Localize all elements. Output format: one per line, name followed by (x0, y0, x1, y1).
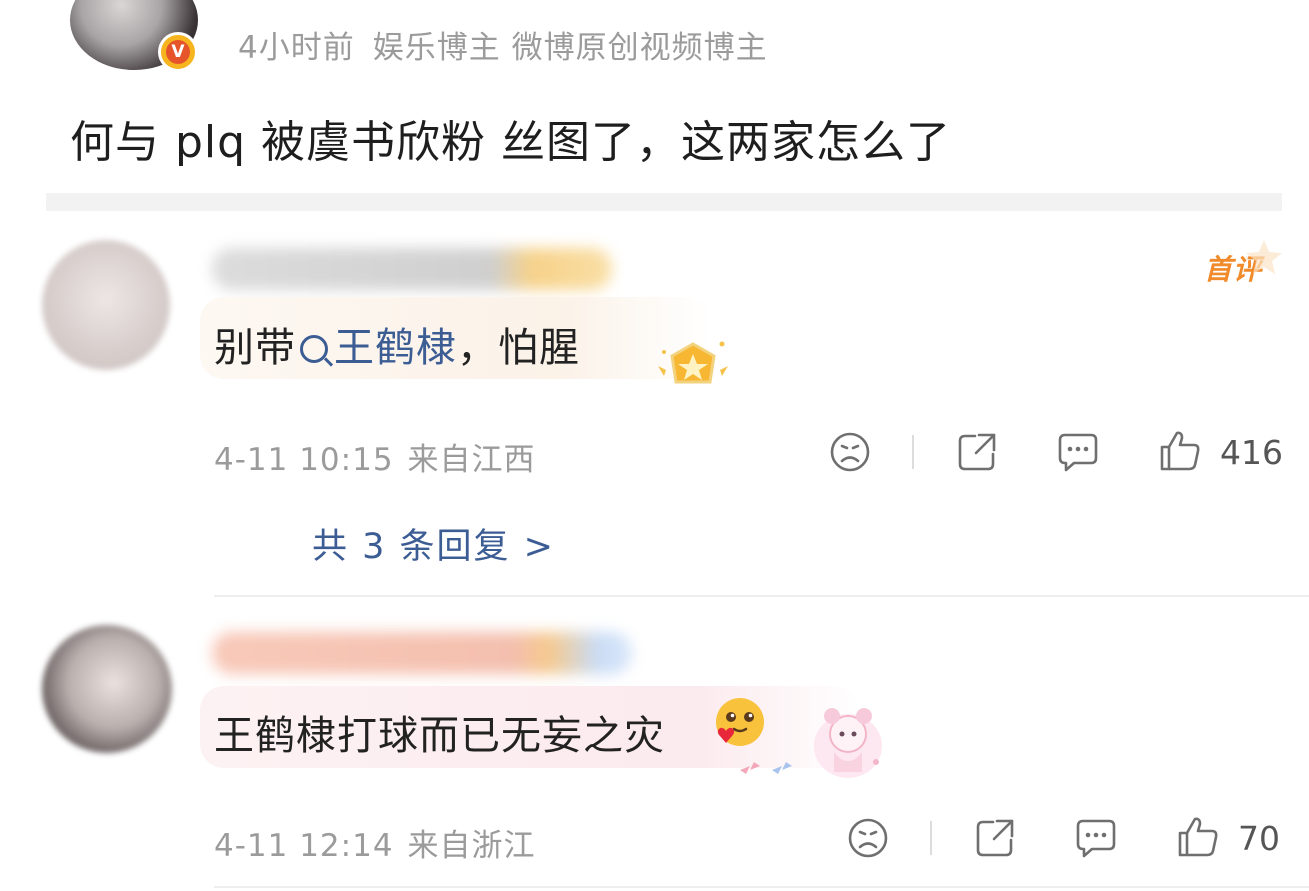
view-replies-link[interactable]: 共 3 条回复 > (312, 518, 555, 569)
action-separator (912, 435, 914, 469)
comment-username-blurred[interactable] (212, 248, 612, 290)
thumbs-up-icon[interactable] (1176, 814, 1220, 858)
comment-location: 来自浙江 (407, 828, 536, 864)
post-meta: 4小时前 娱乐博主 微博原创视频博主 (238, 22, 768, 67)
sad-face-icon[interactable] (846, 816, 890, 860)
comment-text: 王鹤棣打球而已无妄之灾 (214, 713, 665, 759)
verified-badge-icon: V (158, 32, 198, 72)
search-icon (300, 335, 328, 363)
topic-link[interactable]: 王鹤棣 (296, 325, 457, 371)
comment-icon[interactable] (1056, 430, 1100, 474)
sad-face-icon[interactable] (828, 430, 872, 474)
like-count: 416 (1220, 433, 1283, 472)
share-icon[interactable] (955, 430, 999, 474)
comment-text: 别带 王鹤棣，怕腥 (214, 325, 580, 371)
comment-location: 来自江西 (407, 442, 536, 478)
comment-avatar[interactable] (42, 240, 170, 370)
post-text: 何与 plq 被虞书欣粉 丝图了，这两家怎么了 (70, 117, 952, 168)
post-author-tags: 娱乐博主 微博原创视频博主 (372, 30, 768, 66)
action-separator (930, 821, 932, 855)
comment-meta: 4-11 10:15 来自江西 (214, 434, 536, 479)
like-count: 70 (1238, 819, 1280, 858)
comment-avatar[interactable] (42, 625, 172, 753)
thumbs-up-icon[interactable] (1158, 428, 1202, 472)
star-medal-icon (658, 341, 728, 384)
comment-date: 4-11 10:15 (214, 442, 394, 478)
comment-divider (214, 595, 1309, 597)
comment-meta: 4-11 12:14 来自浙江 (214, 820, 536, 865)
post-time: 4小时前 (238, 30, 355, 66)
comment-date: 4-11 12:14 (214, 828, 394, 864)
comment-divider (214, 886, 1309, 888)
comment-icon[interactable] (1074, 816, 1118, 860)
comment-username-blurred[interactable] (212, 632, 632, 674)
first-tag-star-icon (1246, 240, 1282, 274)
section-divider (46, 193, 1282, 211)
share-icon[interactable] (973, 816, 1017, 860)
cartoon-sticker-icon (740, 708, 882, 778)
